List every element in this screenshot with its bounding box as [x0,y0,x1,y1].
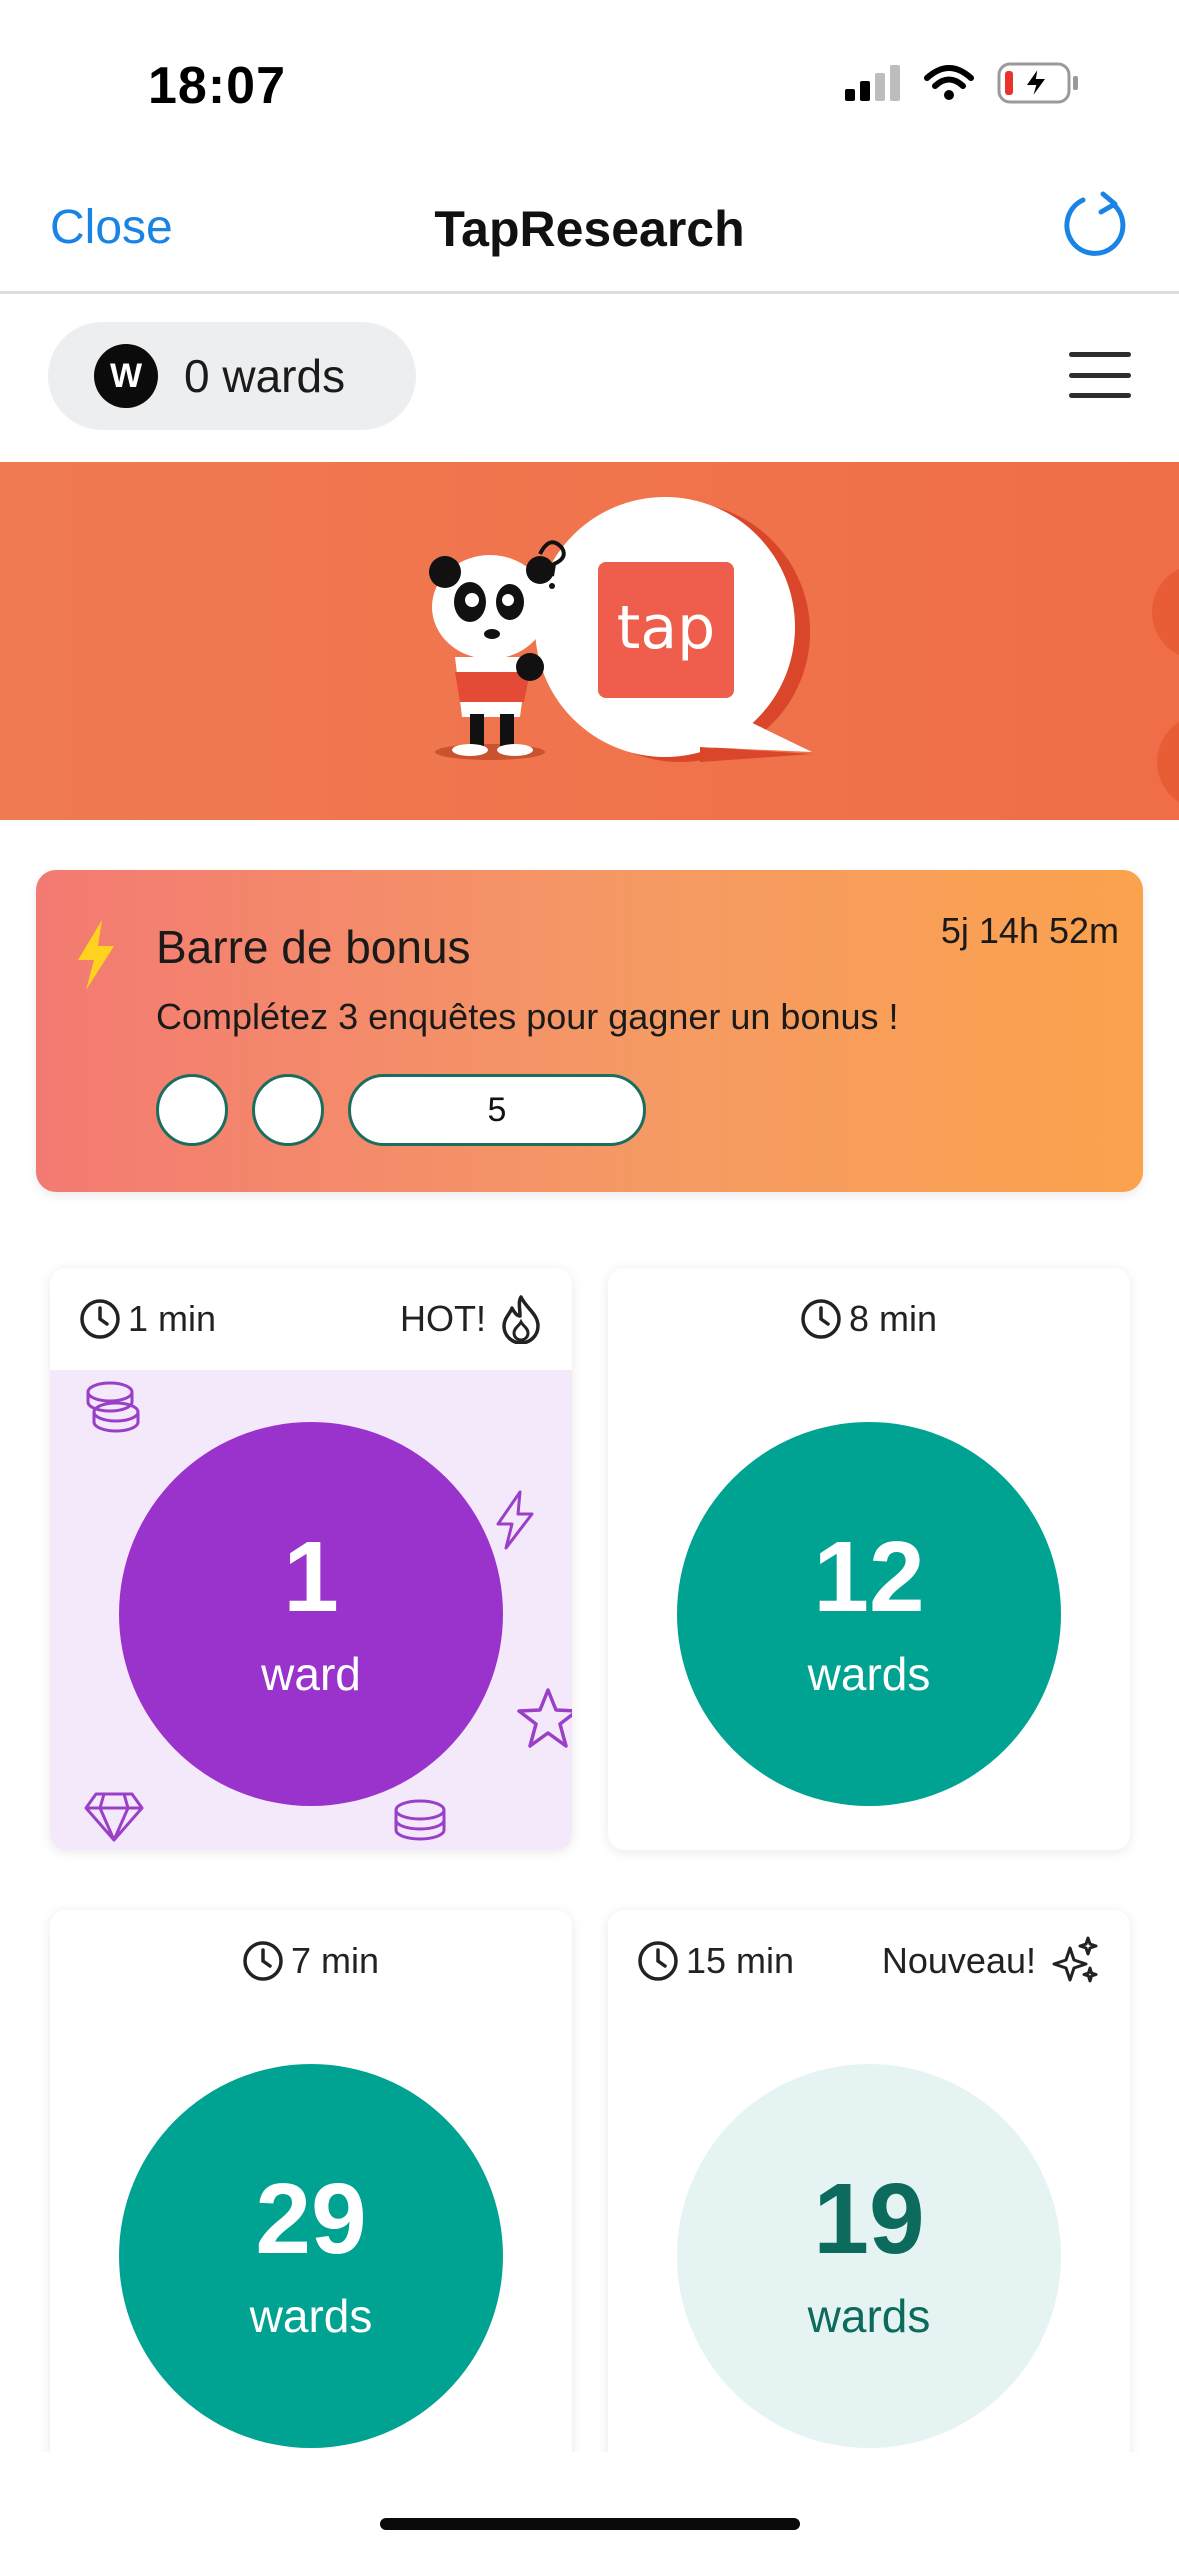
hero-banner: tap [0,462,1179,820]
reward-unit: wards [807,2290,931,2342]
reward-circle: 12 wards [677,1422,1061,1806]
reward-circle: 1 ward [119,1422,503,1806]
menu-line [1069,352,1131,357]
wifi-icon [924,65,974,100]
wallet-row: W 0 wards [0,296,1179,460]
reward-unit: wards [807,1648,931,1700]
survey-tag-text: HOT! [400,1298,486,1339]
battery-charging-icon [997,62,1078,104]
survey-card-body: 12 wards [608,1370,1130,1850]
bonus-timer: 5j 14h 52m [940,910,1119,951]
bonus-title: Barre de bonus [156,921,471,973]
survey-card[interactable]: 8 min 12 wards [608,1268,1130,1850]
wallet-logo-icon: W [94,344,158,408]
reward-amount: 1 [283,1521,339,1633]
clock-icon [801,1299,841,1339]
survey-duration-text: 1 min [128,1298,217,1339]
clock-icon [638,1941,678,1981]
page-title: TapResearch [434,201,745,257]
reward-unit: wards [249,2290,373,2342]
survey-card[interactable]: 15 min Nouveau! 19 wards [608,1910,1130,2492]
signal-icon [845,65,900,101]
lightning-outline-icon [496,1490,534,1550]
wallet-balance: 0 wards [184,350,346,402]
coins-icon [86,1381,140,1433]
refresh-icon [1064,191,1126,256]
menu-line [1069,372,1131,378]
wallet-balance-pill[interactable]: W 0 wards [48,322,416,430]
reward-circle: 29 wards [119,2064,503,2448]
bonus-bar-card[interactable]: Barre de bonus 5j 14h 52m Complétez 3 en… [36,870,1143,1192]
status-icons [845,62,1079,104]
survey-card-body: 19 wards [608,2012,1130,2492]
survey-card-header: 15 min Nouveau! [608,1910,1130,2012]
status-time: 18:07 [148,57,286,115]
survey-duration-text: 15 min [686,1940,795,1981]
menu-button[interactable] [1069,352,1131,398]
clock-icon [80,1299,120,1339]
bonus-progress: 5 [156,1074,646,1146]
close-button[interactable]: Close [50,200,173,255]
bonus-description: Complétez 3 enquêtes pour gagner un bonu… [156,996,899,1037]
survey-duration: 8 min [799,1297,937,1341]
reward-unit: ward [261,1648,361,1700]
home-indicator[interactable] [380,2518,800,2530]
flame-icon [502,1295,540,1344]
survey-card-header: 1 min HOT! [50,1268,572,1370]
reward-circle: 19 wards [677,2064,1061,2448]
survey-card[interactable]: 1 min HOT! 1 ward [50,1268,572,1850]
survey-duration-text: 7 min [290,1940,380,1981]
lightning-icon [78,920,114,990]
reward-amount: 29 [255,2163,367,2275]
refresh-button[interactable] [1055,186,1135,266]
clock-icon [243,1941,283,1981]
survey-duration: 15 min [636,1939,794,1983]
coins-icon [394,1799,446,1841]
survey-card[interactable]: 7 min 29 wards [50,1910,572,2492]
survey-duration-text: 8 min [848,1298,938,1339]
bonus-step [252,1074,324,1146]
nav-bar: Close TapResearch [0,160,1179,294]
tap-logo-text: tap [617,593,715,663]
survey-card-body: 29 wards [50,2012,572,2492]
survey-tag-text: Nouveau! [881,1940,1036,1981]
reward-amount: 19 [813,2163,925,2275]
bonus-step [156,1074,228,1146]
survey-tag: Nouveau! [882,1936,1100,1986]
reward-amount: 12 [813,1521,925,1633]
survey-card-header: 8 min [608,1268,1130,1370]
survey-card-body: 1 ward [50,1370,572,1850]
diamond-icon [84,1792,144,1842]
survey-tag: HOT! [400,1294,542,1344]
status-bar: 18:07 [0,0,1179,160]
survey-duration: 7 min [241,1939,379,1983]
bonus-step-final: 5 [348,1074,646,1146]
menu-line [1069,393,1131,398]
sparkles-icon [1052,1936,1098,1983]
banner-illustration: tap [429,497,1179,803]
survey-card-header: 7 min [50,1910,572,2012]
survey-duration: 1 min [78,1297,216,1341]
star-icon [517,1688,572,1748]
bottom-safe-area [0,2452,1179,2556]
